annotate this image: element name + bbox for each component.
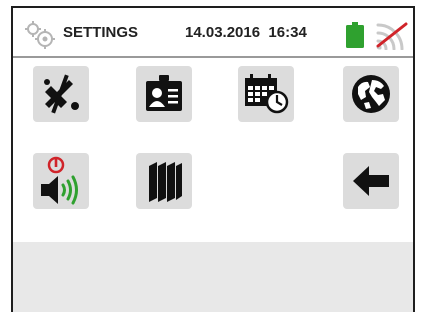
tile-tools[interactable] [33,66,89,122]
page-title: SETTINGS [63,24,139,41]
date-time-readout: 14.03.2016 16:34 [185,24,307,41]
no-signal-icon [376,22,408,50]
globe-icon [352,75,390,113]
gear-icon [25,21,55,49]
status-area [13,242,413,312]
tile-back[interactable] [343,153,399,209]
date-label: 14.03.2016 [185,24,261,41]
wrench-screwdriver-icon [44,74,79,114]
calendar-clock-icon [245,74,289,114]
id-badge-icon [146,75,182,111]
battery-icon [346,22,364,48]
tile-language[interactable] [343,66,399,122]
back-arrow-icon [353,166,389,196]
speaker-power-icon [41,156,78,205]
header-divider [13,56,413,58]
settings-screen: SETTINGS 14.03.2016 16:34 [11,6,415,312]
tile-operator[interactable] [136,66,192,122]
tile-sound[interactable] [33,153,89,209]
tile-info[interactable] [136,153,192,209]
tile-date-time[interactable] [238,66,294,122]
books-icon [149,162,182,202]
time-label: 16:34 [268,24,307,41]
header-bar: SETTINGS 14.03.2016 16:34 [13,8,413,56]
